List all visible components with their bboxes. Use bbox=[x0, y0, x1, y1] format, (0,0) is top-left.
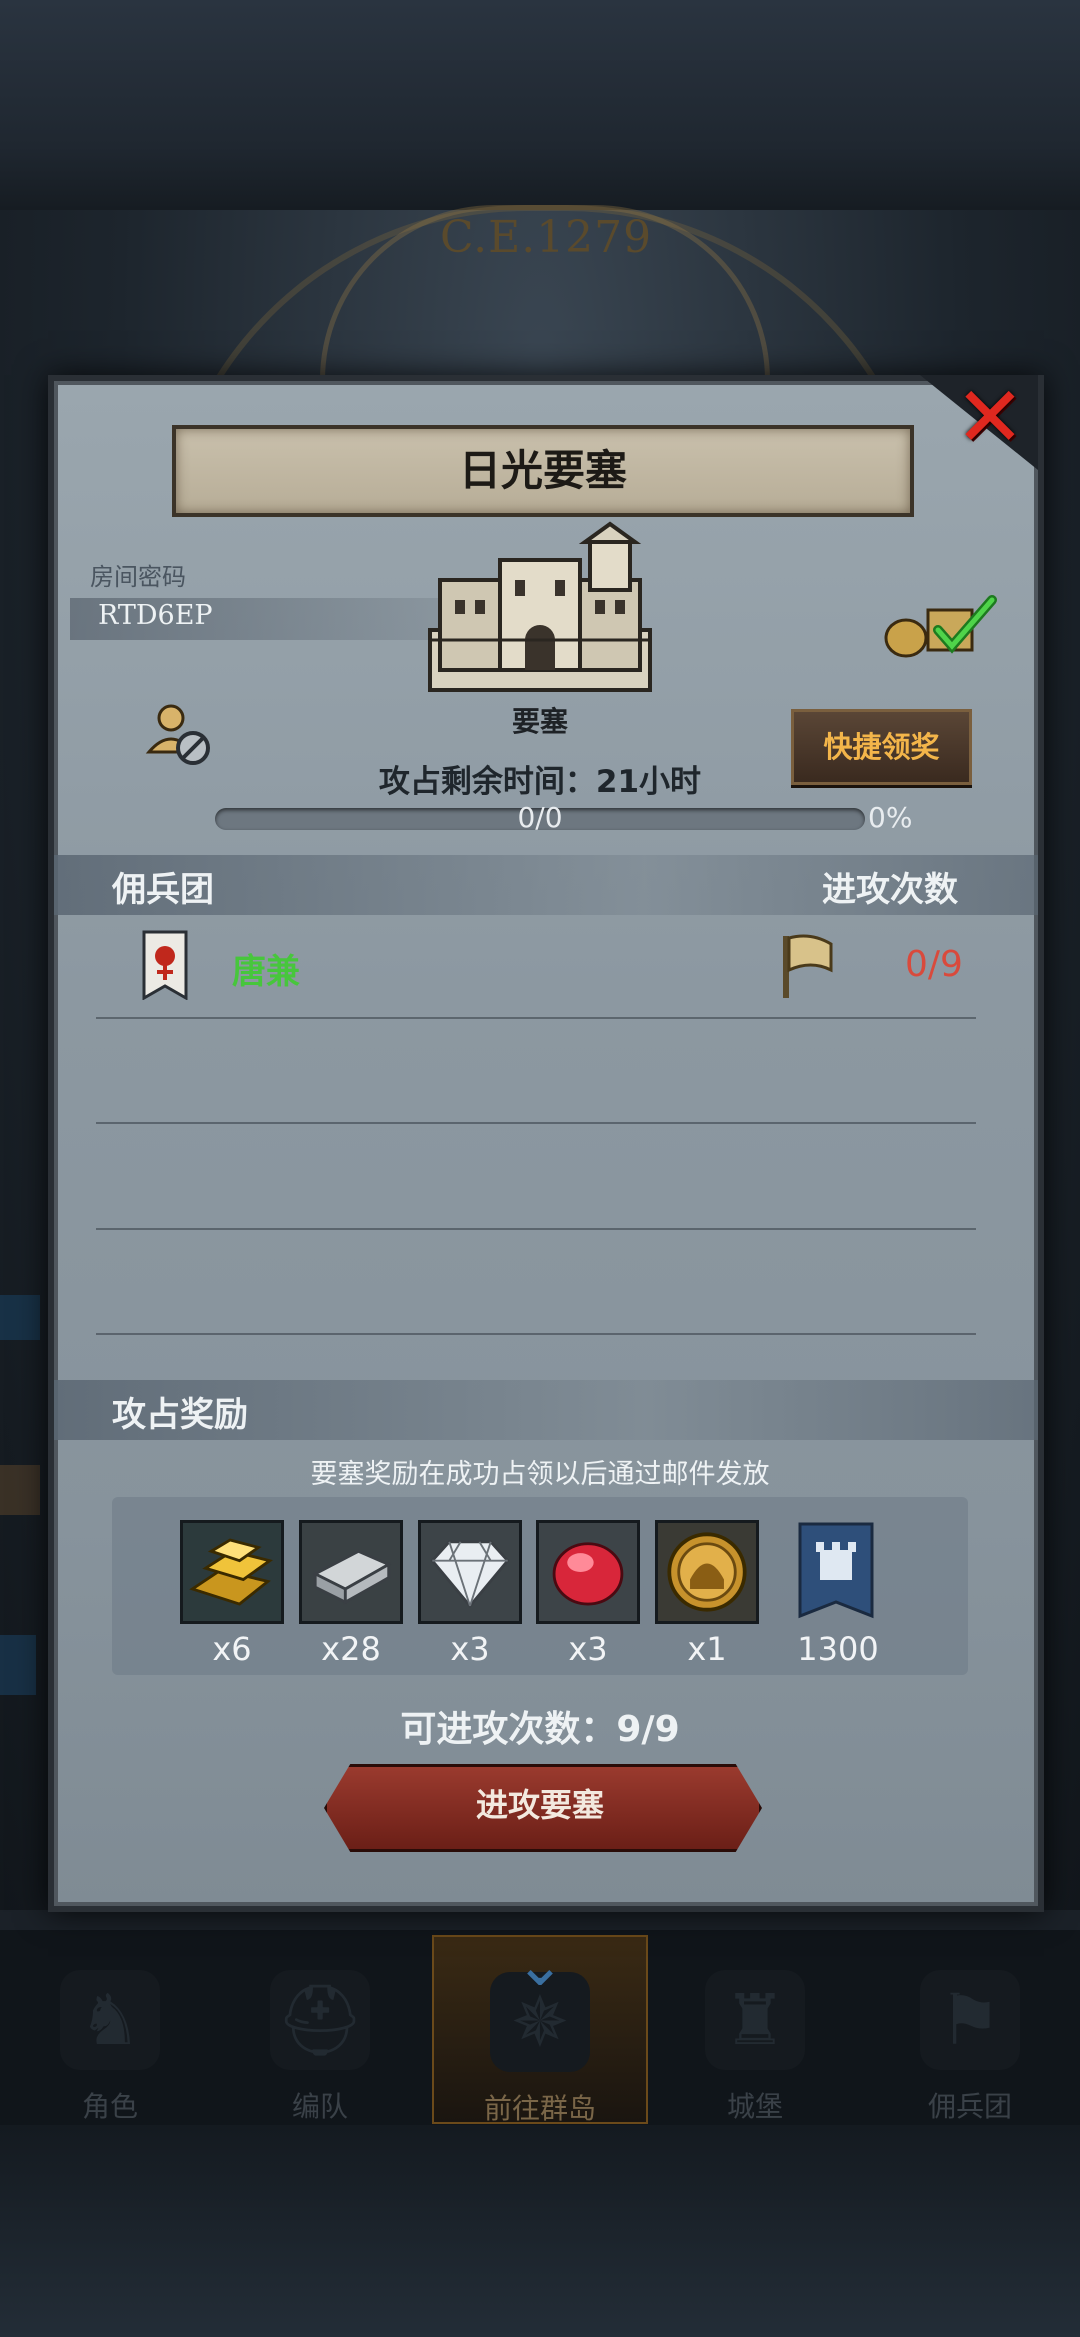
reward-qty: x3 bbox=[568, 1630, 608, 1668]
tab-role[interactable]: ♞ 角色 bbox=[10, 1935, 210, 2123]
capture-progress-percent: 0% bbox=[868, 801, 913, 834]
reward-section-title: 攻占奖励 bbox=[112, 1395, 248, 1435]
row-divider bbox=[96, 1333, 976, 1335]
attack-fortress-label[interactable]: 进攻要塞 bbox=[324, 1764, 756, 1846]
diamond-icon bbox=[430, 1540, 510, 1609]
tab-formation-label: 编队 bbox=[291, 2090, 348, 2123]
tab-formation[interactable]: ⛑ 编队 bbox=[220, 1935, 420, 2123]
fortress-castle-icon bbox=[428, 521, 652, 692]
top-background bbox=[0, 0, 1080, 210]
tab-castle-label: 城堡 bbox=[726, 2090, 783, 2123]
era-year-label: C.E.1279 bbox=[440, 212, 653, 263]
mercenary-name[interactable]: 唐兼 bbox=[232, 944, 300, 993]
castle-icon: ♜ bbox=[705, 1970, 805, 2070]
tab-role-label: 角色 bbox=[81, 2090, 138, 2123]
mercenary-attack-count: 0/9 bbox=[905, 944, 963, 985]
reward-slot-medal[interactable] bbox=[655, 1520, 759, 1624]
reward-slot-silver[interactable] bbox=[299, 1520, 403, 1624]
attack-count-header: 进攻次数 bbox=[822, 870, 958, 910]
ruby-icon bbox=[552, 1542, 624, 1606]
row-divider bbox=[96, 1017, 976, 1019]
gold-medal-icon bbox=[667, 1532, 747, 1612]
fortress-type-label: 要塞 bbox=[511, 705, 568, 738]
side-sword-icon bbox=[0, 1295, 40, 1340]
capture-timer: 攻占剩余时间：21小时 bbox=[330, 756, 750, 801]
tab-castle[interactable]: ♜ 城堡 bbox=[655, 1935, 855, 2123]
reward-slot-diamond[interactable] bbox=[418, 1520, 522, 1624]
row-divider bbox=[96, 1228, 976, 1230]
flag-icon bbox=[783, 934, 833, 998]
side-target-icon bbox=[0, 1465, 40, 1515]
tab-mercenary-label: 佣兵团 bbox=[927, 2090, 1012, 2123]
reward-qty: x28 bbox=[321, 1630, 381, 1668]
side-search-icon bbox=[0, 1635, 36, 1695]
knight-icon: ♞ bbox=[60, 1970, 160, 2070]
mercenary-section-title: 佣兵团 bbox=[112, 870, 214, 910]
timer-label: 攻占剩余时间： bbox=[378, 764, 596, 800]
bottom-background bbox=[0, 2125, 1080, 2337]
attack-attempts: 可进攻次数：9/9 bbox=[400, 1709, 680, 1750]
reward-qty: x6 bbox=[212, 1630, 252, 1668]
mercenary-icon: ⚑ bbox=[920, 1970, 1020, 2070]
timer-value: 21小时 bbox=[595, 764, 702, 800]
tab-mercenary[interactable]: ⚑ 佣兵团 bbox=[870, 1935, 1070, 2123]
reward-note: 要塞奖励在成功占领以后通过邮件发放 bbox=[310, 1459, 770, 1490]
capture-progress-text: 0/0 bbox=[517, 801, 563, 834]
silver-bar-icon bbox=[312, 1549, 392, 1605]
castle-banner-icon[interactable] bbox=[796, 1520, 876, 1624]
reward-qty: 1300 bbox=[797, 1630, 879, 1668]
mercenary-banner-icon bbox=[142, 930, 188, 1000]
gold-bar-icon bbox=[189, 1538, 274, 1606]
helmet-icon: ⛑ bbox=[270, 1970, 370, 2070]
chevron-down-icon: ⌄ bbox=[514, 1930, 566, 2000]
reward-qty: x3 bbox=[450, 1630, 490, 1668]
user-blocked-icon[interactable] bbox=[145, 700, 215, 770]
row-divider bbox=[96, 1122, 976, 1124]
reward-qty: x1 bbox=[687, 1630, 727, 1668]
close-x-icon: ✕ bbox=[954, 368, 1026, 466]
modal-title: 日光要塞 bbox=[458, 446, 627, 495]
reward-slot-gold[interactable] bbox=[180, 1520, 284, 1624]
close-button[interactable]: ✕ bbox=[950, 375, 1030, 460]
tab-islands-label: 前往群岛 bbox=[483, 2092, 596, 2125]
room-code-label: 房间密码 bbox=[90, 563, 186, 591]
claimed-bag-check-icon[interactable] bbox=[878, 590, 1000, 660]
quick-claim-label[interactable]: 快捷领奖 bbox=[791, 709, 972, 785]
room-code[interactable]: RTD6EP bbox=[98, 600, 213, 631]
reward-slot-ruby[interactable] bbox=[536, 1520, 640, 1624]
